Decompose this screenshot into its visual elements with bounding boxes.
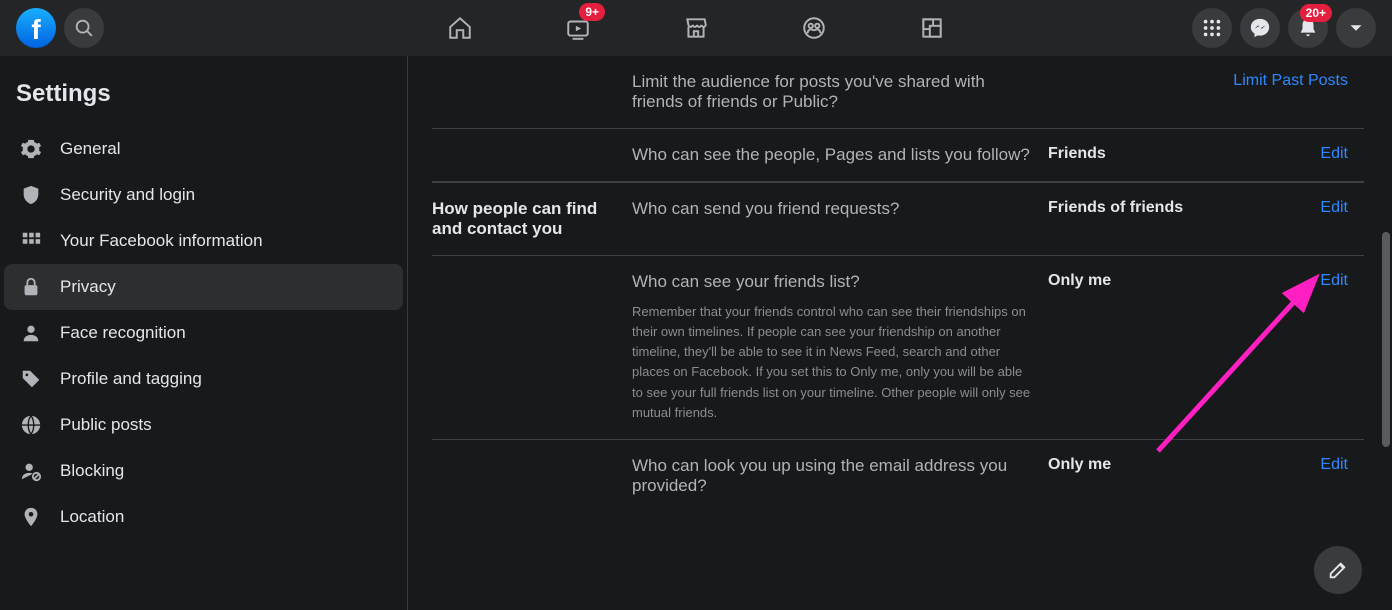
setting-value: Friends	[1048, 145, 1218, 165]
center-nav: 9+	[405, 0, 987, 56]
gaming-icon	[919, 15, 945, 41]
watch-badge: 9+	[579, 3, 605, 21]
sidebar-item-label: Public posts	[60, 415, 152, 435]
grid-small-icon	[16, 230, 46, 252]
setting-description: Remember that your friends control who c…	[632, 302, 1032, 423]
shield-icon	[16, 184, 46, 206]
block-person-icon	[16, 460, 46, 482]
sidebar-item-label: Your Facebook information	[60, 231, 263, 251]
sidebar-item-location[interactable]: Location	[4, 494, 403, 540]
setting-title: Limit the audience for posts you've shar…	[632, 72, 1032, 112]
sidebar-item-blocking[interactable]: Blocking	[4, 448, 403, 494]
notifications-badge: 20+	[1300, 4, 1332, 22]
setting-row-friends-list: Who can see your friends list? Remember …	[432, 256, 1364, 440]
sidebar-item-security[interactable]: Security and login	[4, 172, 403, 218]
caret-down-icon	[1345, 17, 1367, 39]
groups-icon	[801, 15, 827, 41]
sidebar-item-your-info[interactable]: Your Facebook information	[4, 218, 403, 264]
setting-title: Who can see the people, Pages and lists …	[632, 145, 1032, 165]
menu-button[interactable]	[1192, 8, 1232, 48]
setting-row-friend-requests: How people can find and contact you Who …	[432, 183, 1364, 256]
notifications-button[interactable]: 20+	[1288, 8, 1328, 48]
top-navigation: f 9+ 20+	[0, 0, 1392, 56]
sidebar-item-label: Profile and tagging	[60, 369, 202, 389]
limit-past-posts-link[interactable]: Limit Past Posts	[1233, 72, 1348, 89]
nav-home[interactable]	[405, 0, 515, 56]
setting-value: Only me	[1048, 456, 1218, 496]
marketplace-icon	[683, 15, 709, 41]
globe-icon	[16, 414, 46, 436]
sidebar-item-label: Privacy	[60, 277, 116, 297]
messenger-button[interactable]	[1240, 8, 1280, 48]
page-title: Settings	[0, 68, 407, 126]
home-icon	[447, 15, 473, 41]
pin-icon	[16, 506, 46, 528]
setting-title: Who can see your friends list?	[632, 272, 1032, 292]
messenger-icon	[1249, 17, 1271, 39]
settings-content: Limit the audience for posts you've shar…	[408, 56, 1392, 610]
sidebar-item-label: Security and login	[60, 185, 195, 205]
setting-value: Only me	[1048, 272, 1218, 423]
sidebar-item-label: Blocking	[60, 461, 124, 481]
sidebar-item-privacy[interactable]: Privacy	[4, 264, 403, 310]
facebook-logo[interactable]: f	[16, 8, 56, 48]
section-header-contact: How people can find and contact you	[432, 199, 632, 239]
sidebar-item-profile-tagging[interactable]: Profile and tagging	[4, 356, 403, 402]
setting-row-email-lookup: Who can look you up using the email addr…	[432, 440, 1364, 512]
settings-sidebar: Settings General Security and login Your…	[0, 56, 408, 610]
account-button[interactable]	[1336, 8, 1376, 48]
compose-fab[interactable]	[1314, 546, 1362, 594]
sidebar-item-label: General	[60, 139, 120, 159]
sidebar-item-face-recognition[interactable]: Face recognition	[4, 310, 403, 356]
sidebar-item-public-posts[interactable]: Public posts	[4, 402, 403, 448]
search-button[interactable]	[64, 8, 104, 48]
edit-following-link[interactable]: Edit	[1320, 145, 1348, 162]
edit-friends-list-link[interactable]: Edit	[1320, 272, 1348, 289]
right-icons: 20+	[1192, 8, 1376, 48]
edit-icon	[1327, 559, 1349, 581]
lock-icon	[16, 276, 46, 298]
scrollbar-thumb[interactable]	[1382, 232, 1390, 447]
nav-groups[interactable]	[759, 0, 869, 56]
edit-friend-requests-link[interactable]: Edit	[1320, 199, 1348, 216]
edit-email-lookup-link[interactable]: Edit	[1320, 456, 1348, 473]
nav-gaming[interactable]	[877, 0, 987, 56]
search-icon	[73, 17, 95, 39]
setting-title: Who can look you up using the email addr…	[632, 456, 1032, 496]
setting-row-limit-posts: Limit the audience for posts you've shar…	[432, 56, 1364, 129]
setting-row-following: Who can see the people, Pages and lists …	[432, 129, 1364, 183]
tag-icon	[16, 368, 46, 390]
person-icon	[16, 322, 46, 344]
grid-icon	[1201, 17, 1223, 39]
setting-value: Friends of friends	[1048, 199, 1218, 239]
setting-title: Who can send you friend requests?	[632, 199, 1032, 219]
sidebar-item-label: Face recognition	[60, 323, 186, 343]
sidebar-item-general[interactable]: General	[4, 126, 403, 172]
gear-icon	[16, 138, 46, 160]
nav-watch[interactable]: 9+	[523, 0, 633, 56]
sidebar-item-label: Location	[60, 507, 124, 527]
nav-marketplace[interactable]	[641, 0, 751, 56]
